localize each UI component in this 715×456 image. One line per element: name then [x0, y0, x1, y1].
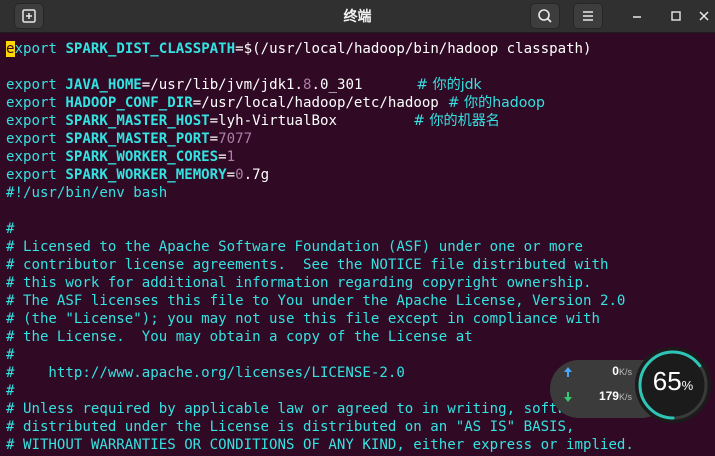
terminal-number: 7077	[218, 131, 253, 147]
terminal-line: export HADOOP_CONF_DIR=/usr/local/hadoop…	[6, 94, 545, 112]
terminal-comment: #!/usr/bin/env bash	[6, 185, 168, 201]
upload-speed-value: 0	[612, 364, 619, 378]
download-speed-value: 179	[598, 389, 619, 403]
minimize-button[interactable]	[624, 3, 650, 29]
terminal-keyword: export	[6, 41, 57, 57]
close-icon	[699, 11, 709, 21]
download-speed: 179K/s	[574, 389, 632, 405]
terminal-line: # this work for additional information r…	[6, 274, 591, 292]
network-monitor-widget[interactable]: 0K/s 179K/s 65%	[550, 346, 715, 456]
terminal-value: .7g	[243, 167, 270, 183]
terminal-comment: #	[6, 347, 15, 363]
terminal-line: export SPARK_MASTER_HOST=lyh-VirtualBox …	[6, 112, 500, 130]
terminal-value: lyh-VirtualBox	[218, 113, 337, 129]
terminal-value: /usr/local/hadoop/etc/hadoop	[201, 95, 439, 111]
upload-arrow-icon	[564, 367, 572, 377]
terminal-keyword: export	[6, 149, 57, 165]
terminal-line: export SPARK_WORKER_MEMORY=0.7g	[6, 166, 269, 184]
terminal-comment: # The ASF licenses this file to You unde…	[6, 293, 626, 309]
maximize-icon	[671, 11, 681, 21]
terminal-line: export JAVA_HOME=/usr/lib/jvm/jdk1.8.0_3…	[6, 76, 482, 94]
upload-speed: 0K/s	[580, 364, 632, 380]
terminal-number: 0	[235, 167, 244, 183]
terminal-equals-sign: =	[209, 131, 219, 147]
terminal-comment: # this work for additional information r…	[6, 275, 592, 291]
terminal-line: #!/usr/bin/env bash	[6, 184, 167, 202]
terminal-equals-sign: =	[218, 149, 227, 165]
terminal-line: # (the "License"); you may not use this …	[6, 310, 600, 328]
terminal-comment: # distributed under the License is distr…	[6, 419, 575, 435]
terminal-line: export SPARK_WORKER_CORES=1	[6, 148, 235, 166]
terminal-comment: # WITHOUT WARRANTIES OR CONDITIONS OF AN…	[6, 437, 634, 453]
terminal-comment: #	[6, 383, 15, 399]
terminal-equals-sign: =	[209, 113, 219, 129]
hamburger-menu-icon	[583, 11, 593, 21]
terminal-equals-sign: =	[226, 167, 236, 183]
text-cursor: e	[6, 41, 15, 57]
terminal-value: .0_301	[311, 77, 363, 93]
terminal-value: $(/usr/local/hadoop/bin/hadoop classpath…	[243, 41, 592, 57]
terminal-line: #	[6, 346, 15, 364]
terminal-variable-name: SPARK_WORKER_CORES	[65, 149, 219, 165]
terminal-variable-name: SPARK_MASTER_PORT	[65, 131, 210, 147]
terminal-variable-name: SPARK_MASTER_HOST	[65, 113, 210, 129]
terminal-line: #	[6, 220, 15, 238]
terminal-comment: # (the "License"); you may not use this …	[6, 311, 600, 327]
title-bar: 终端	[0, 0, 715, 33]
close-button[interactable]	[695, 3, 715, 29]
terminal-variable-name: JAVA_HOME	[65, 77, 142, 93]
terminal-comment: # Unless required by applicable law or a…	[6, 401, 592, 417]
terminal-keyword: export	[6, 95, 57, 111]
terminal-value: /usr/lib/jvm/jdk1.	[150, 77, 304, 93]
terminal-comment: # contributor license agreements. See th…	[6, 257, 609, 273]
terminal-comment: # 你的hadoop	[438, 95, 545, 111]
terminal-number: 1	[226, 149, 236, 165]
terminal-line: # WITHOUT WARRANTIES OR CONDITIONS OF AN…	[6, 436, 634, 454]
download-arrow-icon	[564, 392, 572, 402]
terminal-equals-sign: =	[235, 41, 244, 57]
search-icon	[538, 9, 552, 23]
terminal-equals-sign: =	[192, 95, 202, 111]
maximize-button[interactable]	[663, 3, 689, 29]
terminal-variable-name: HADOOP_CONF_DIR	[65, 95, 193, 111]
minimize-icon	[633, 16, 641, 18]
terminal-comment: #	[6, 221, 15, 237]
terminal-keyword: export	[6, 167, 57, 183]
terminal-comment: # Licensed to the Apache Software Founda…	[6, 239, 583, 255]
search-button[interactable]	[530, 3, 560, 29]
terminal-line: # distributed under the License is distr…	[6, 418, 575, 436]
terminal-line: export SPARK_DIST_CLASSPATH=$(/usr/local…	[6, 40, 592, 58]
terminal-line: # Unless required by applicable law or a…	[6, 400, 591, 418]
usage-percent-value: 65	[652, 366, 682, 396]
usage-percent: 65%	[634, 366, 712, 397]
download-speed-unit: K/s	[618, 392, 632, 402]
terminal-line: # Licensed to the Apache Software Founda…	[6, 238, 583, 256]
terminal-line: # The ASF licenses this file to You unde…	[6, 292, 625, 310]
menu-button[interactable]	[573, 3, 603, 29]
terminal-comment: # 你的机器名	[336, 113, 500, 129]
terminal-keyword: export	[6, 113, 57, 129]
usage-percent-suffix: %	[681, 378, 694, 393]
upload-speed-unit: K/s	[618, 367, 632, 377]
terminal-line: export SPARK_MASTER_PORT=7077	[6, 130, 252, 148]
terminal-variable-name: SPARK_DIST_CLASSPATH	[65, 41, 236, 57]
window-title: 终端	[343, 9, 372, 25]
terminal-comment: # the License. You may obtain a copy of …	[6, 329, 473, 345]
terminal-line: # contributor license agreements. See th…	[6, 256, 608, 274]
terminal-line: # the License. You may obtain a copy of …	[6, 328, 473, 346]
terminal-line: #	[6, 382, 15, 400]
terminal-keyword: export	[6, 131, 57, 147]
terminal-line: # http://www.apache.org/licenses/LICENSE…	[6, 364, 405, 382]
terminal-number: 8	[303, 77, 312, 93]
terminal-comment: # 你的jdk	[362, 77, 482, 93]
terminal-keyword: export	[6, 77, 57, 93]
terminal-variable-name: SPARK_WORKER_MEMORY	[65, 167, 227, 183]
terminal-comment: # http://www.apache.org/licenses/LICENSE…	[6, 365, 405, 381]
